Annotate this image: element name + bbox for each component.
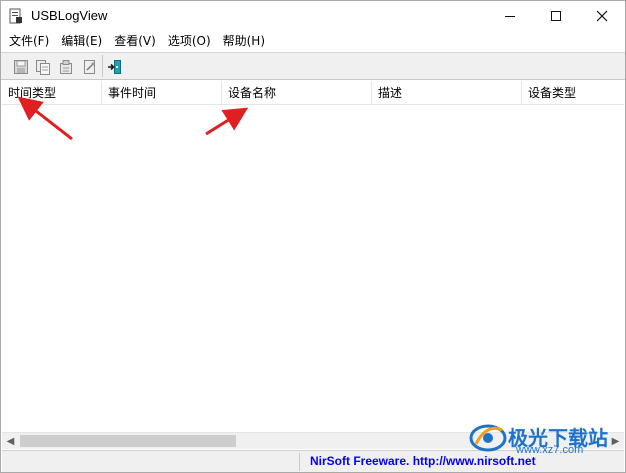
log-list[interactable]: 时间类型 事件时间 设备名称 描述 设备类型 bbox=[2, 81, 624, 433]
column-header-time-type[interactable]: 时间类型 bbox=[2, 81, 102, 105]
app-window: USBLogView 文件(F) 编辑(E) 查看(V) 选项(O) 帮助(H) bbox=[0, 0, 626, 473]
menu-file[interactable]: 文件(F) bbox=[3, 31, 55, 51]
maximize-button[interactable] bbox=[533, 1, 579, 31]
save-button[interactable] bbox=[11, 57, 31, 77]
status-pane-count bbox=[2, 453, 300, 471]
scrollbar-thumb[interactable] bbox=[20, 435, 236, 447]
menu-options[interactable]: 选项(O) bbox=[162, 31, 217, 51]
column-header-description[interactable]: 描述 bbox=[372, 81, 522, 105]
minimize-button[interactable] bbox=[487, 1, 533, 31]
menu-view[interactable]: 查看(V) bbox=[108, 31, 162, 51]
close-button[interactable] bbox=[579, 1, 625, 31]
properties-button[interactable] bbox=[56, 57, 76, 77]
column-header-device-type[interactable]: 设备类型 bbox=[522, 81, 624, 105]
menu-edit[interactable]: 编辑(E) bbox=[55, 31, 108, 51]
save-icon bbox=[14, 60, 28, 74]
maximize-icon bbox=[551, 11, 561, 21]
minimize-icon bbox=[505, 15, 515, 17]
menu-bar: 文件(F) 编辑(E) 查看(V) 选项(O) 帮助(H) bbox=[1, 31, 625, 51]
toolbar bbox=[1, 52, 625, 80]
exit-icon bbox=[108, 60, 121, 74]
refresh-button[interactable] bbox=[80, 57, 100, 77]
refresh-icon bbox=[84, 60, 95, 74]
window-title: USBLogView bbox=[31, 8, 108, 23]
list-header: 时间类型 事件时间 设备名称 描述 设备类型 bbox=[2, 81, 624, 105]
close-icon bbox=[596, 10, 608, 22]
app-icon bbox=[9, 8, 23, 24]
properties-icon bbox=[60, 60, 72, 74]
column-header-event-time[interactable]: 事件时间 bbox=[102, 81, 222, 105]
watermark: 极光下载站 www.xz7.com bbox=[468, 418, 624, 458]
watermark-logo-icon bbox=[469, 424, 507, 452]
copy-button[interactable] bbox=[33, 57, 53, 77]
watermark-url: www.xz7.com bbox=[516, 444, 584, 456]
column-header-device-name[interactable]: 设备名称 bbox=[222, 81, 372, 105]
toolbar-separator bbox=[102, 55, 103, 77]
menu-help[interactable]: 帮助(H) bbox=[217, 31, 271, 51]
title-bar: USBLogView bbox=[1, 1, 625, 31]
exit-button[interactable] bbox=[105, 57, 125, 77]
scroll-left-icon[interactable]: ◀ bbox=[2, 433, 19, 450]
copy-icon bbox=[36, 60, 50, 75]
